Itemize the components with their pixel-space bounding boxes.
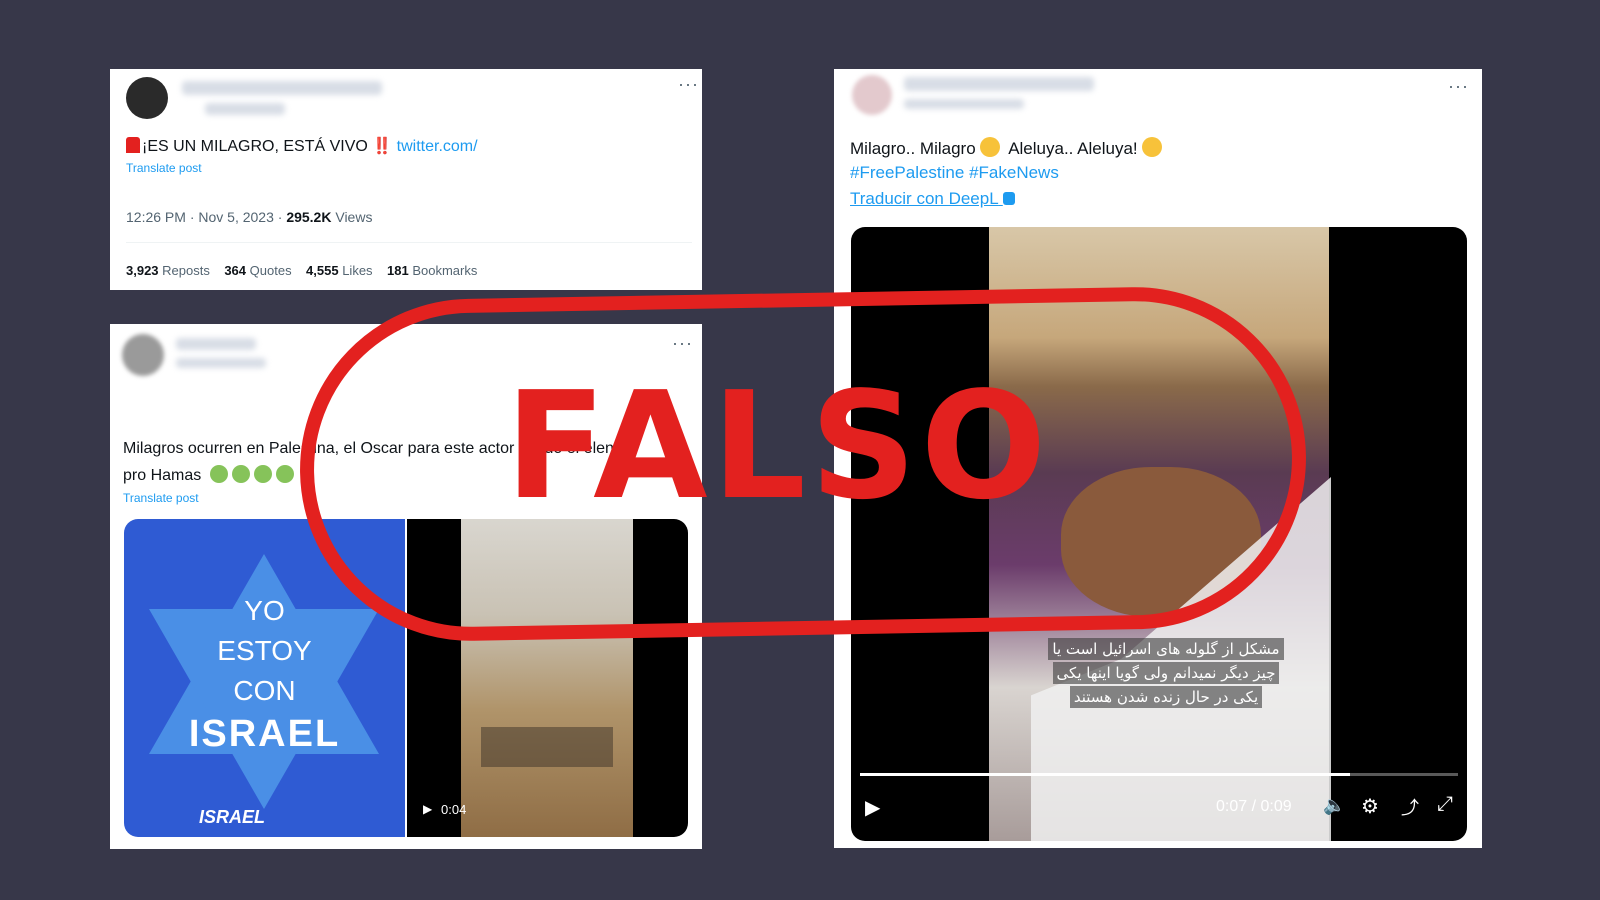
more-options-icon[interactable]: ··· [1448, 77, 1469, 95]
likes-stat[interactable]: 4,555 Likes [306, 263, 373, 278]
reposts-count: 3,923 [126, 263, 159, 278]
subtitle-line-3: یکی در حال زنده شدن هستند [1069, 686, 1263, 708]
deepl-icon [1002, 192, 1015, 205]
tweet-text: ¡ES UN MILAGRO, ESTÁ VIVO ‼️ twitter.com… [126, 136, 478, 156]
double-exclamation: ‼️ [372, 138, 393, 155]
tweet-text-milagro: Milagro.. Milagro [850, 139, 976, 158]
avatar[interactable] [852, 75, 892, 115]
subtitle-line-1: مشکل از گلوله های اسرائیل است یا [1048, 638, 1284, 660]
subtitle-line-2: چیز دیگر نمیدانم ولی گویا اینها یکی [1052, 662, 1280, 684]
blurred-handle [176, 358, 266, 368]
siren-icon [126, 137, 140, 153]
avatar[interactable] [122, 334, 164, 376]
tweet-text-aleluya: Aleluya.. Aleluya! [1008, 139, 1138, 158]
volume-icon[interactable]: 🔈 [1323, 795, 1345, 816]
likes-label: Likes [342, 263, 373, 278]
blurred-username [182, 81, 382, 95]
bookmarks-count: 181 [387, 263, 409, 278]
blurred-username [904, 77, 1094, 91]
laughing-emoji-icon [1142, 137, 1163, 157]
engagement-stats: 3,923 Reposts 364 Quotes 4,555 Likes 181… [126, 263, 477, 278]
bookmarks-stat[interactable]: 181 Bookmarks [387, 263, 477, 278]
likes-count: 4,555 [306, 263, 339, 278]
hashtags[interactable]: #FreePalestine #FakeNews [850, 163, 1059, 183]
tweet-text-line-2: pro Hamas [123, 465, 298, 485]
quotes-label: Quotes [249, 263, 292, 278]
play-icon[interactable]: ▶ [423, 802, 432, 816]
play-icon[interactable]: ▶ [865, 795, 880, 820]
vomit-emoji-icon [253, 465, 272, 483]
tweet-card-1: ··· ¡ES UN MILAGRO, ESTÁ VIVO ‼️ twitter… [110, 69, 702, 290]
blurred-handle [904, 99, 1024, 109]
translate-post-link[interactable]: Translate post [123, 491, 199, 505]
tweet-text-main: ¡ES UN MILAGRO, ESTÁ VIVO [142, 138, 368, 155]
reposts-stat[interactable]: 3,923 Reposts [126, 263, 210, 278]
video-progress-fill [860, 773, 1351, 776]
video-progress-track[interactable] [860, 773, 1458, 776]
deepl-translate-link[interactable]: Traducir con DeepL [850, 189, 1015, 209]
tweet-timestamp: 12:26 PM · Nov 5, 2023 · 295.2K Views [126, 209, 372, 225]
video-subtitles: مشکل از گلوله های اسرائیل است یا چیز دیگ… [1046, 637, 1286, 709]
pop-out-icon[interactable]: ⤴ [1401, 794, 1419, 820]
tweet-time[interactable]: 12:26 PM · Nov 5, 2023 · [126, 209, 286, 225]
israel-text-israel: ISRAEL [188, 713, 341, 755]
blurred-handle [205, 103, 285, 115]
israel-text-con: CON [233, 675, 296, 706]
views-label: Views [331, 209, 373, 225]
fullscreen-icon[interactable]: ⤢ [1437, 793, 1453, 816]
video-duration: 0:04 [441, 802, 467, 817]
divider [126, 242, 692, 243]
deepl-label: Traducir con DeepL [850, 189, 999, 208]
vomit-emoji-icon [275, 465, 294, 483]
reposts-label: Reposts [162, 263, 210, 278]
falso-stamp: FALSO [505, 360, 1051, 532]
more-options-icon[interactable]: ··· [678, 75, 699, 93]
israel-logo: ISRAEL [199, 807, 266, 827]
quotes-stat[interactable]: 364 Quotes [224, 263, 291, 278]
settings-gear-icon[interactable]: ⚙ [1361, 794, 1379, 819]
video-time: 0:07 / 0:09 [1216, 798, 1292, 815]
bookmarks-label: Bookmarks [412, 263, 478, 278]
tweet-link[interactable]: twitter.com/ [397, 138, 478, 155]
vomit-emoji-icon [209, 465, 228, 483]
israel-text-estoy: ESTOY [217, 635, 312, 666]
tweet-text-line-2-label: pro Hamas [123, 467, 202, 484]
avatar[interactable] [126, 77, 168, 119]
scream-emoji-icon [980, 137, 1001, 157]
views-count: 295.2K [286, 209, 332, 225]
quotes-count: 364 [224, 263, 247, 278]
blurred-username [176, 338, 256, 350]
tweet-text-line-1: Milagro.. Milagro Aleluya.. Aleluya! [850, 137, 1166, 159]
translate-post-link[interactable]: Translate post [126, 161, 202, 175]
video-subtitle-overlay [481, 727, 613, 767]
vomit-emoji-icon [231, 465, 250, 483]
